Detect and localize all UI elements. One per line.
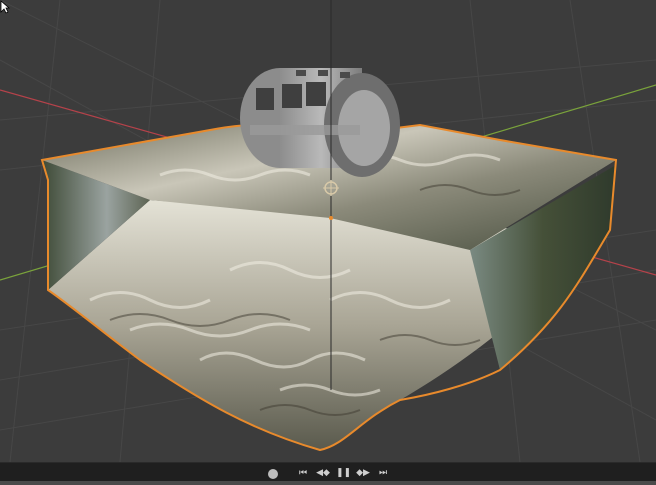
timeline-bar: ⏮ ◀◆ ❚❚ ◆▶ ⏭ [0, 462, 656, 485]
jump-start-icon[interactable]: ⏮ [296, 466, 310, 480]
jump-end-icon[interactable]: ⏭ [376, 466, 390, 480]
pause-icon[interactable]: ❚❚ [336, 466, 351, 480]
separator [284, 466, 290, 480]
keyframe-dot-icon[interactable] [268, 469, 278, 479]
drum-band [250, 125, 360, 135]
drum-slot-1 [296, 70, 306, 76]
drum-slot-3 [340, 72, 350, 78]
playback-controls: ⏮ ◀◆ ❚❚ ◆▶ ⏭ [268, 466, 390, 480]
drum-window-1 [256, 88, 274, 110]
scene-canvas[interactable] [0, 0, 656, 462]
3d-viewport[interactable] [0, 0, 656, 462]
mouse-cursor-icon [0, 0, 10, 14]
step-back-icon[interactable]: ◀◆ [316, 466, 330, 480]
wheel-mesh[interactable] [240, 68, 400, 177]
timeline-scrub-track[interactable] [0, 481, 656, 485]
drum-window-2 [282, 84, 302, 108]
drum-slot-2 [318, 70, 328, 76]
water-block[interactable] [40, 123, 618, 452]
step-forward-icon[interactable]: ◆▶ [356, 466, 370, 480]
drum-window-3 [306, 82, 326, 106]
